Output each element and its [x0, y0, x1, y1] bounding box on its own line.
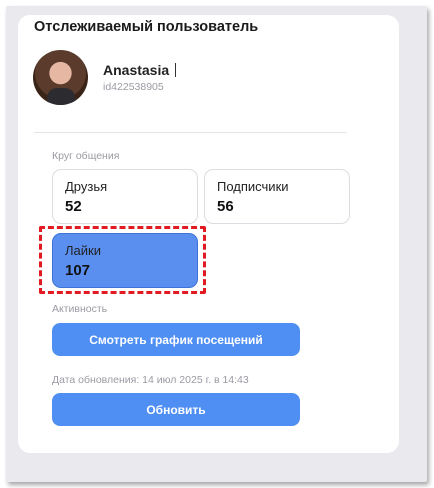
divider	[34, 132, 347, 133]
stat-friends-label: Друзья	[65, 179, 108, 194]
update-date: Дата обновления: 14 июл 2025 г. в 14:43	[52, 374, 249, 386]
refresh-button[interactable]: Обновить	[52, 393, 300, 426]
stat-followers-label: Подписчики	[217, 179, 289, 194]
view-visits-chart-button[interactable]: Смотреть график посещений	[52, 323, 300, 356]
stat-friends-value: 52	[65, 198, 82, 215]
stat-friends[interactable]: Друзья 52	[52, 169, 198, 224]
stat-followers-value: 56	[217, 198, 234, 215]
user-name[interactable]: Anastasia	[103, 62, 169, 78]
text-cursor	[175, 63, 176, 77]
stat-likes-label: Лайки	[65, 243, 101, 258]
stat-likes[interactable]: Лайки 107	[52, 233, 198, 288]
activity-section-label: Активность	[52, 303, 108, 315]
stat-followers[interactable]: Подписчики 56	[204, 169, 350, 224]
avatar[interactable]	[33, 50, 88, 105]
card-title: Отслеживаемый пользователь	[34, 19, 259, 35]
stat-likes-value: 107	[65, 262, 91, 279]
social-section-label: Круг общения	[52, 150, 120, 162]
user-id: id422538905	[103, 81, 164, 93]
